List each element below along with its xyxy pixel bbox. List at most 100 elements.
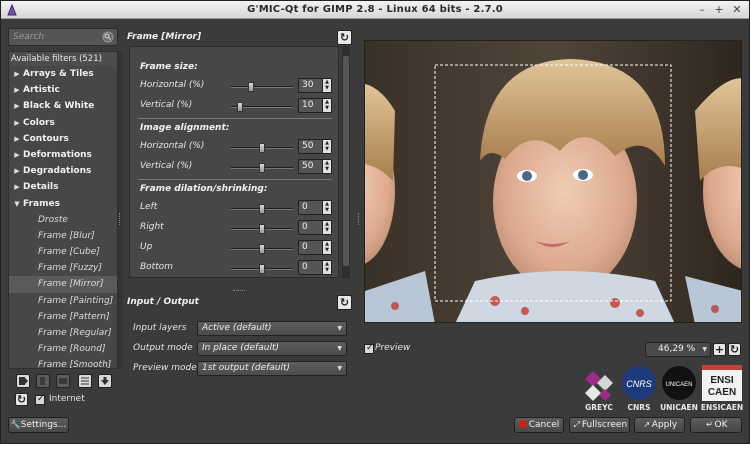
slider-handle[interactable] bbox=[259, 143, 265, 153]
filter-item[interactable]: Frame [Blur] bbox=[9, 228, 117, 244]
param-bottom-slider[interactable] bbox=[231, 264, 293, 274]
chevron-right-icon[interactable]: ▶ bbox=[11, 147, 23, 163]
settings-button[interactable]: 🔧Settings... bbox=[8, 417, 69, 433]
zoom-reset-icon[interactable]: ↻ bbox=[728, 343, 741, 356]
update-icon[interactable]: ↻ bbox=[15, 393, 28, 406]
filter-category[interactable]: ▼ Frames bbox=[9, 196, 117, 212]
filter-category[interactable]: ▶ Artistic bbox=[9, 82, 117, 98]
output-mode-select[interactable]: In place (default) ▼ bbox=[197, 341, 347, 356]
filter-item[interactable]: Frame [Mirror] bbox=[9, 276, 117, 293]
scrollbar-thumb[interactable] bbox=[343, 56, 349, 266]
slider-handle[interactable] bbox=[247, 82, 254, 92]
preview-mode-select[interactable]: 1st output (default) ▼ bbox=[197, 361, 347, 376]
reset-params-icon[interactable]: ↻ bbox=[337, 30, 352, 45]
param-bottom-spinbox[interactable]: 0 ▲ ▼ bbox=[298, 260, 332, 275]
add-favorite-icon[interactable] bbox=[16, 374, 30, 388]
param-align-v-spinbox[interactable]: 50 ▲ ▼ bbox=[298, 159, 332, 174]
param-up-spinbox[interactable]: 0 ▲ ▼ bbox=[298, 240, 332, 255]
param-size-v-slider[interactable] bbox=[231, 102, 293, 112]
splitter-grip-right[interactable] bbox=[358, 213, 360, 225]
filter-item[interactable]: Frame [Round] bbox=[9, 341, 117, 357]
preview-image[interactable] bbox=[364, 40, 742, 323]
chevron-right-icon[interactable]: ▶ bbox=[11, 98, 23, 114]
list-view-icon[interactable] bbox=[78, 374, 92, 388]
chevron-right-icon[interactable]: ▶ bbox=[11, 66, 23, 82]
param-align-v-slider[interactable] bbox=[231, 163, 293, 173]
param-left-label: Left bbox=[140, 202, 158, 212]
param-left-slider[interactable] bbox=[231, 204, 293, 214]
spin-arrows[interactable]: ▲ ▼ bbox=[322, 140, 331, 153]
slider-handle[interactable] bbox=[259, 204, 265, 214]
splitter-grip[interactable] bbox=[233, 290, 245, 292]
param-align-h-slider[interactable] bbox=[231, 143, 293, 153]
zoom-select[interactable]: 46,29 % ▼ bbox=[645, 342, 711, 357]
internet-checkbox[interactable]: ✓ bbox=[35, 394, 45, 405]
ok-button[interactable]: ↵ OK bbox=[690, 417, 742, 433]
slider-handle[interactable] bbox=[259, 244, 265, 254]
chevron-down-icon[interactable]: ▼ bbox=[11, 196, 23, 212]
cancel-button[interactable]: Cancel bbox=[514, 417, 564, 433]
reset-io-icon[interactable]: ↻ bbox=[337, 295, 352, 310]
group-image-alignment: Image alignment: bbox=[140, 123, 230, 133]
select-value: Active (default) bbox=[202, 323, 272, 333]
rename-favorite-icon[interactable] bbox=[56, 374, 70, 388]
input-layers-select[interactable]: Active (default) ▼ bbox=[197, 321, 347, 336]
filter-item[interactable]: Frame [Fuzzy] bbox=[9, 260, 117, 276]
apply-button[interactable]: ↗ Apply bbox=[634, 417, 685, 433]
parameters-scrollbar[interactable] bbox=[342, 46, 350, 278]
chevron-right-icon[interactable]: ▶ bbox=[11, 163, 23, 179]
chevron-right-icon[interactable]: ▶ bbox=[11, 115, 23, 131]
spin-arrows[interactable]: ▲ ▼ bbox=[322, 201, 331, 214]
filter-category[interactable]: ▶ Colors bbox=[9, 115, 117, 131]
spin-arrows[interactable]: ▲ ▼ bbox=[322, 160, 331, 173]
slider-handle[interactable] bbox=[259, 163, 265, 173]
filter-category[interactable]: ▶ Deformations bbox=[9, 147, 117, 163]
slider-handle[interactable] bbox=[236, 102, 243, 112]
search-icon[interactable] bbox=[102, 31, 114, 43]
filter-category[interactable]: ▶ Degradations bbox=[9, 163, 117, 179]
filter-label: Arrays & Tiles bbox=[23, 69, 94, 79]
param-align-h-spinbox[interactable]: 50 ▲ ▼ bbox=[298, 139, 332, 154]
filter-item[interactable]: Droste bbox=[9, 212, 117, 228]
preview-checkbox[interactable]: ✓ bbox=[364, 343, 374, 354]
slider-handle[interactable] bbox=[259, 264, 265, 274]
filter-category[interactable]: ▶ Contours bbox=[9, 131, 117, 147]
param-size-h-spinbox[interactable]: 30 ▲ ▼ bbox=[298, 78, 332, 93]
chevron-right-icon[interactable]: ▶ bbox=[11, 179, 23, 195]
close-icon[interactable]: ✕ bbox=[730, 3, 744, 17]
param-up-slider[interactable] bbox=[231, 244, 293, 254]
param-size-h-slider[interactable] bbox=[231, 82, 293, 92]
filter-item[interactable]: Frame [Smooth] bbox=[9, 357, 117, 368]
filter-label: Details bbox=[23, 182, 59, 193]
spin-value: 0 bbox=[302, 242, 308, 252]
fullscreen-button[interactable]: ⤢ Fullscreen bbox=[569, 417, 630, 433]
param-right-slider[interactable] bbox=[231, 224, 293, 234]
spin-arrows[interactable]: ▲ ▼ bbox=[322, 99, 331, 112]
filter-item[interactable]: Frame [Regular] bbox=[9, 325, 117, 341]
maximize-icon[interactable]: + bbox=[712, 3, 726, 17]
filter-category[interactable]: ▶ Arrays & Tiles bbox=[9, 66, 117, 82]
minimize-icon[interactable]: – bbox=[695, 3, 709, 17]
slider-handle[interactable] bbox=[259, 224, 265, 234]
remove-favorite-icon[interactable] bbox=[36, 374, 50, 388]
filter-item[interactable]: Frame [Pattern] bbox=[9, 309, 117, 325]
chevron-right-icon[interactable]: ▶ bbox=[11, 82, 23, 98]
filter-tree-scrollbar[interactable] bbox=[118, 51, 122, 369]
chevron-right-icon[interactable]: ▶ bbox=[11, 131, 23, 147]
expand-all-icon[interactable] bbox=[98, 374, 112, 388]
filter-item[interactable]: Frame [Painting] bbox=[9, 293, 117, 309]
spin-arrows[interactable]: ▲ ▼ bbox=[322, 261, 331, 274]
zoom-in-icon[interactable]: + bbox=[713, 343, 726, 356]
filter-item[interactable]: Frame [Cube] bbox=[9, 244, 117, 260]
filter-category[interactable]: ▶ Black & White bbox=[9, 98, 117, 114]
param-right-spinbox[interactable]: 0 ▲ ▼ bbox=[298, 220, 332, 235]
splitter-grip-left[interactable] bbox=[119, 213, 121, 225]
spin-arrows[interactable]: ▲ ▼ bbox=[322, 241, 331, 254]
spin-arrows[interactable]: ▲ ▼ bbox=[322, 79, 331, 92]
param-size-v-spinbox[interactable]: 10 ▲ ▼ bbox=[298, 98, 332, 113]
filter-category[interactable]: ▶ Details bbox=[9, 179, 117, 195]
filter-tree[interactable]: Available filters (521) ▶ Arrays & Tiles ▶… bbox=[8, 51, 118, 369]
param-left-spinbox[interactable]: 0 ▲ ▼ bbox=[298, 200, 332, 215]
search-input[interactable]: Search bbox=[8, 28, 118, 46]
spin-arrows[interactable]: ▲ ▼ bbox=[322, 221, 331, 234]
